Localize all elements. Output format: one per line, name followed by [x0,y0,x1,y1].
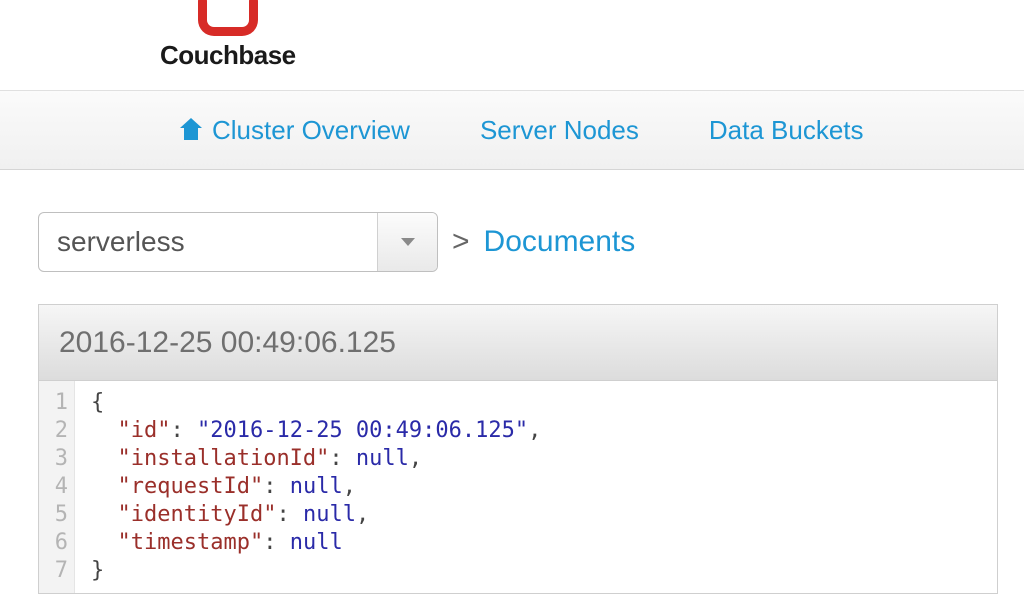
document-panel: 2016-12-25 00:49:06.125 1234567 { "id": … [38,304,998,594]
nav-cluster-overview[interactable]: Cluster Overview [180,115,410,146]
bucket-selector-toggle[interactable] [377,213,437,271]
line-number: 5 [39,501,68,529]
nav-data-buckets[interactable]: Data Buckets [709,115,864,146]
code-gutter: 1234567 [39,381,75,593]
nav-label: Cluster Overview [212,115,410,146]
bucket-selector[interactable]: serverless [38,212,438,272]
breadcrumb-documents-link[interactable]: Documents [484,225,636,259]
line-number: 6 [39,529,68,557]
line-number: 1 [39,389,68,417]
line-number: 2 [39,417,68,445]
breadcrumb-separator: > [452,225,470,259]
line-number: 7 [39,557,68,585]
brand-logo: Couchbase [160,4,296,71]
code-body[interactable]: { "id": "2016-12-25 00:49:06.125", "inst… [75,381,557,593]
chevron-down-icon [401,238,415,246]
brand-name: Couchbase [160,40,296,71]
home-icon [180,120,202,140]
nav-label: Server Nodes [480,115,639,146]
brand-icon [198,4,258,36]
nav-server-nodes[interactable]: Server Nodes [480,115,639,146]
line-number: 3 [39,445,68,473]
bucket-selected-label: serverless [39,226,185,258]
document-json-viewer: 1234567 { "id": "2016-12-25 00:49:06.125… [39,381,997,593]
line-number: 4 [39,473,68,501]
top-nav: Cluster Overview Server Nodes Data Bucke… [0,90,1024,170]
header: Couchbase [0,0,1024,90]
document-id-header: 2016-12-25 00:49:06.125 [39,305,997,381]
nav-label: Data Buckets [709,115,864,146]
breadcrumb: serverless > Documents [0,170,1024,272]
